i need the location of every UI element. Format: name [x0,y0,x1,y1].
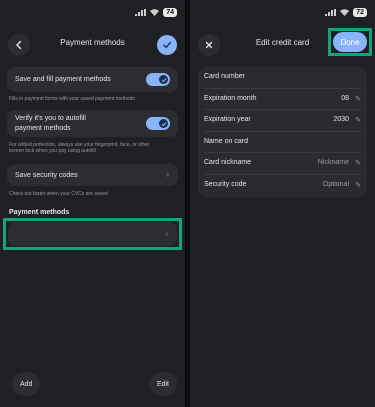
status-bar: 72 [325,8,367,17]
field-label: Expiration year [204,116,251,124]
verify-toggle[interactable] [146,117,170,130]
field-label: Expiration month [204,94,257,102]
security-codes-label: Save security codes [15,172,78,179]
verify-caption-line-2: screen lock when you pay using autofill [9,148,96,154]
security-codes-caption: Check out faster when your CVCs are save… [9,191,108,197]
chevron-right-icon: › [166,170,169,179]
signal-icon [325,9,337,16]
save-fill-row[interactable]: Save and fill payment methods [7,67,178,92]
name-on-card-field[interactable]: Name on card [198,132,367,154]
payment-methods-screen: 74 Payment methods Save and fill payment… [0,0,185,407]
field-value: 08 [341,94,349,102]
check-icon [161,121,166,126]
battery-icon: 72 [353,8,367,17]
card-nickname-field[interactable]: Card nickname Nickname ✎ [198,153,367,175]
status-bar: 74 [135,8,177,17]
security-codes-row[interactable]: Save security codes › [7,164,178,186]
field-label: Card nickname [204,159,252,167]
check-button[interactable] [157,35,177,55]
security-code-field[interactable]: Security code Optional ✎ [198,175,367,197]
field-placeholder: Optional [322,181,349,188]
save-fill-label: Save and fill payment methods [15,76,111,83]
add-button[interactable]: Add [12,372,41,396]
pencil-icon: ✎ [355,117,361,125]
field-value: 2030 [333,116,349,124]
field-placeholder: Nickname [317,159,349,167]
verify-row[interactable]: Verify it's you to autofill payment meth… [7,110,178,137]
field-label: Card number [204,73,245,80]
edit-credit-card-screen: 72 Edit credit card Done Card number Exp… [190,0,375,407]
card-number-field[interactable]: Card number [198,67,367,89]
field-label: Name on card [204,137,248,145]
credit-card-form: Card number Expiration month 08 ✎ Expira… [198,67,367,197]
save-fill-caption: Fills in payment forms with your saved p… [9,96,135,102]
check-icon [163,41,171,49]
wifi-icon [150,9,160,16]
expiration-month-field[interactable]: Expiration month 08 ✎ [198,89,367,111]
save-fill-toggle[interactable] [146,73,170,86]
verify-label-line-1: Verify it's you to autofill [15,115,86,122]
highlight-box [3,218,182,250]
field-label: Security code [204,181,247,188]
signal-icon [135,9,147,16]
verify-label-line-2: payment methods [15,125,71,132]
wifi-icon [340,9,350,16]
check-icon [161,77,166,82]
highlight-box [328,28,372,56]
payment-methods-section-label: Payment methods [9,209,70,216]
expiration-year-field[interactable]: Expiration year 2030 ✎ [198,110,367,132]
pencil-icon: ✎ [355,95,361,103]
pencil-icon: ✎ [355,182,361,189]
pencil-icon: ✎ [355,160,361,168]
battery-icon: 74 [163,8,177,17]
edit-button[interactable]: Edit [148,372,177,396]
